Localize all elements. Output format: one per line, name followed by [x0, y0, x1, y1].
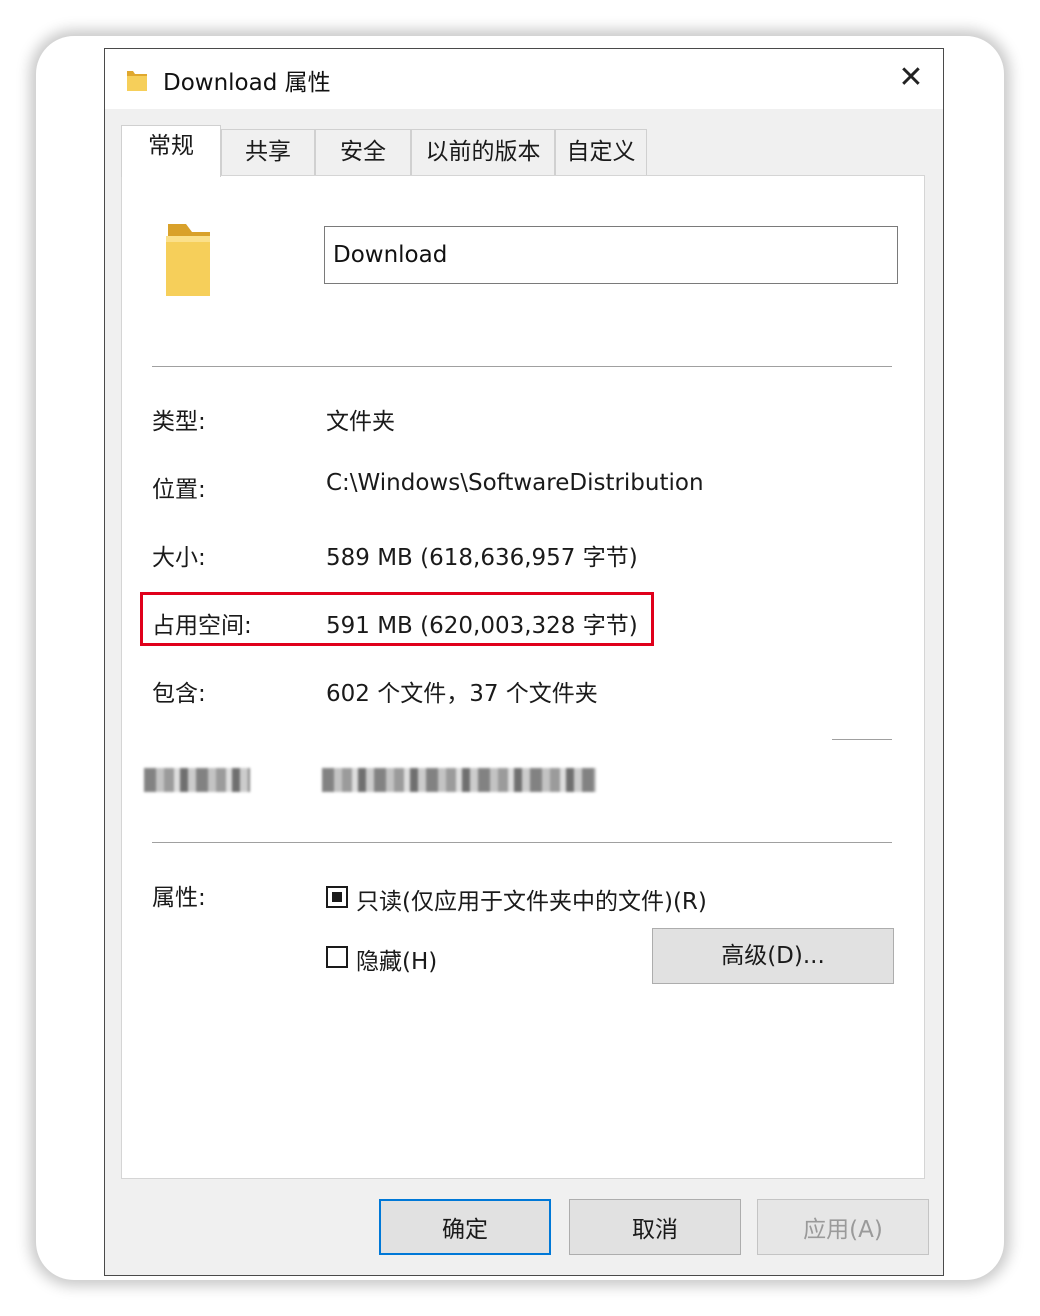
readonly-checkbox[interactable]: [326, 886, 348, 908]
size-on-disk-value: 591 MB (620,003,328 字节): [326, 613, 638, 639]
type-label: 类型:: [152, 409, 206, 435]
redacted-label: [144, 768, 250, 792]
readonly-label[interactable]: 只读(仅应用于文件夹中的文件)(R): [356, 882, 707, 916]
apply-button[interactable]: 应用(A): [757, 1199, 929, 1255]
close-icon: ✕: [898, 60, 924, 95]
cancel-button[interactable]: 取消: [569, 1199, 741, 1255]
properties-dialog: Download 属性 ✕ 常规 共享 安全 以前的版本 自定义 类型:: [104, 48, 944, 1276]
redacted-value: [322, 768, 596, 792]
folder-icon: [125, 67, 149, 97]
divider: [832, 739, 892, 740]
divider: [152, 842, 892, 843]
title-bar: Download 属性 ✕: [105, 49, 943, 109]
screenshot-frame: Download 属性 ✕ 常规 共享 安全 以前的版本 自定义 类型:: [36, 36, 1004, 1280]
folder-icon: [162, 218, 214, 308]
location-value: C:\Windows\SoftwareDistribution: [326, 470, 704, 496]
hidden-label[interactable]: 隐藏(H): [356, 942, 437, 976]
size-value: 589 MB (618,636,957 字节): [326, 545, 638, 571]
attributes-label: 属性:: [152, 885, 206, 911]
contains-value: 602 个文件，37 个文件夹: [326, 681, 598, 707]
ok-button[interactable]: 确定: [379, 1199, 551, 1255]
size-on-disk-label: 占用空间:: [152, 613, 252, 639]
advanced-button[interactable]: 高级(D)...: [652, 928, 894, 984]
tab-customize[interactable]: 自定义: [555, 129, 647, 175]
window-title: Download 属性: [163, 70, 331, 96]
tab-general[interactable]: 常规: [121, 125, 221, 177]
general-panel: 类型: 文件夹 位置: C:\Windows\SoftwareDistribut…: [121, 175, 925, 1179]
size-label: 大小:: [152, 545, 206, 571]
close-button[interactable]: ✕: [879, 49, 943, 109]
type-value: 文件夹: [326, 409, 395, 435]
hidden-checkbox[interactable]: [326, 946, 348, 968]
tab-sharing[interactable]: 共享: [221, 129, 315, 175]
indeterminate-mark: [332, 892, 342, 902]
tab-previous-versions[interactable]: 以前的版本: [411, 129, 555, 175]
folder-name-input[interactable]: [324, 226, 898, 284]
location-label: 位置:: [152, 477, 206, 503]
tab-security[interactable]: 安全: [315, 129, 411, 175]
divider: [152, 366, 892, 367]
contains-label: 包含:: [152, 681, 206, 707]
